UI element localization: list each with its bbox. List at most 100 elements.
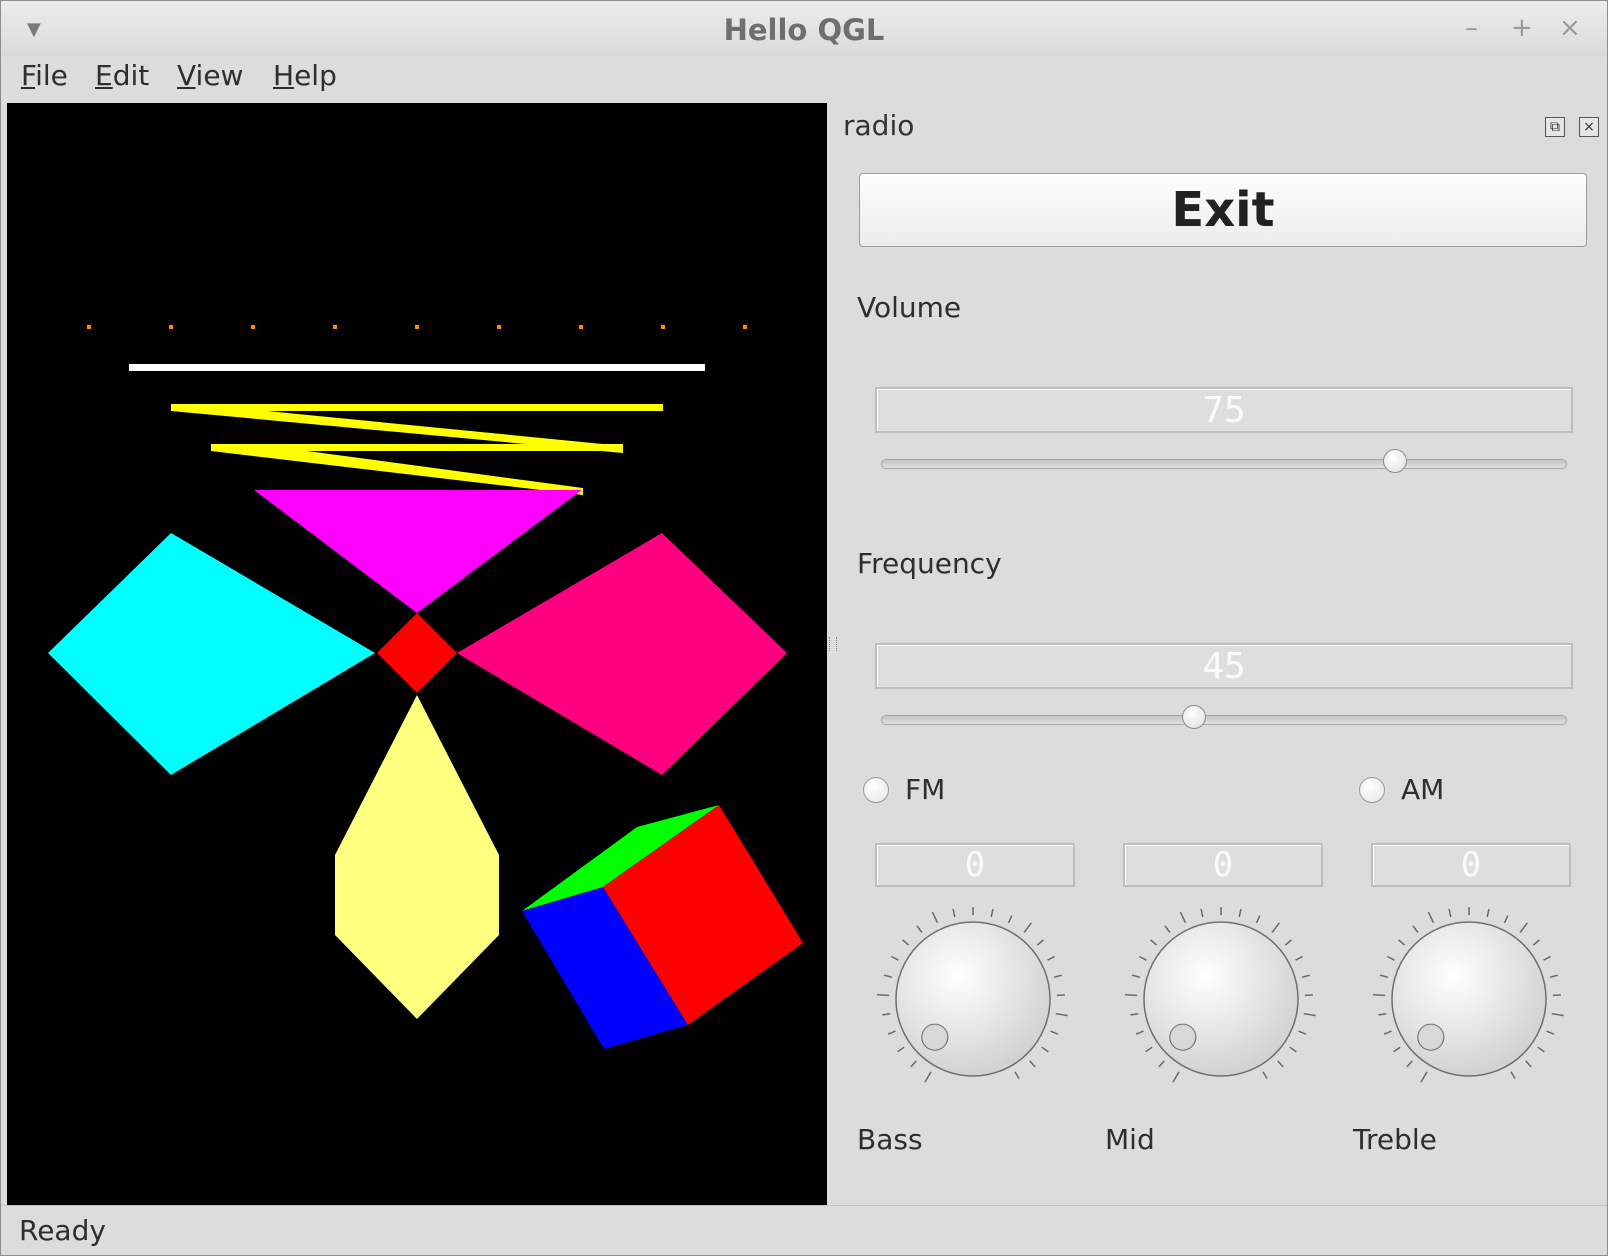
dial-tick <box>902 939 910 946</box>
dial-tick <box>1023 922 1033 933</box>
treble-lcd: 0 <box>1371 843 1571 887</box>
maximize-icon[interactable]: + <box>1511 13 1533 43</box>
dial-tick <box>1383 1030 1392 1035</box>
menu-help[interactable]: Help <box>273 59 337 92</box>
dial-tick <box>1277 1060 1284 1068</box>
dial-tick <box>891 955 899 961</box>
dial-tick <box>1007 915 1013 924</box>
cyan-quad <box>48 533 375 775</box>
am-radio-button[interactable] <box>1359 777 1385 803</box>
dial-tick <box>1135 1030 1144 1035</box>
dial-tick <box>1150 939 1158 946</box>
dial-tick <box>1412 925 1419 933</box>
mid-dial[interactable] <box>1121 899 1321 1099</box>
dial-tick <box>916 925 923 933</box>
exit-button[interactable]: Exit <box>859 173 1587 247</box>
dial-knob[interactable] <box>1391 921 1547 1077</box>
volume-slider-handle[interactable] <box>1382 449 1407 473</box>
dial-tick <box>1200 909 1204 918</box>
dial-tick <box>1406 1060 1413 1068</box>
fm-label: FM <box>905 773 946 806</box>
dial-tick <box>1041 1046 1049 1053</box>
bass-lcd: 0 <box>875 843 1075 887</box>
menu-file[interactable]: File <box>21 59 68 92</box>
dial-tick <box>1427 911 1435 924</box>
bass-dial[interactable] <box>873 899 1073 1099</box>
dial-tick <box>1543 955 1551 961</box>
dial-tick <box>1262 1071 1268 1080</box>
dial-tick <box>1289 1046 1297 1053</box>
dial-tick <box>897 1046 905 1053</box>
treble-label: Treble <box>1353 1123 1437 1156</box>
dial-tick <box>1284 939 1292 946</box>
dial-tick <box>1053 974 1063 978</box>
dial-tick <box>883 974 893 978</box>
dial-tick <box>1047 955 1055 961</box>
dial-tick <box>990 909 994 918</box>
treble-dial[interactable] <box>1369 899 1569 1099</box>
dial-tick <box>1164 925 1171 933</box>
frequency-slider-handle[interactable] <box>1181 705 1206 729</box>
dial-knob[interactable] <box>895 921 1051 1077</box>
frequency-slider-groove[interactable] <box>881 715 1567 725</box>
status-text: Ready <box>19 1214 106 1247</box>
dial-tick <box>1255 915 1261 924</box>
dial-knob[interactable] <box>1143 921 1299 1077</box>
dial-tick <box>1549 974 1559 978</box>
dock-close-icon[interactable]: × <box>1579 117 1599 137</box>
frequency-label: Frequency <box>857 547 1002 580</box>
menu-edit[interactable]: Edit <box>95 59 149 92</box>
close-icon[interactable]: × <box>1559 13 1581 43</box>
dock-title: radio <box>843 109 915 142</box>
yellow-zigzag-lower <box>211 444 623 495</box>
dial-tick <box>1398 939 1406 946</box>
dial-tick <box>1131 974 1141 978</box>
dial-tick <box>1050 1030 1059 1035</box>
dial-tick <box>1378 1012 1387 1016</box>
dial-tick <box>1158 1060 1165 1068</box>
dial-tick <box>887 1030 896 1035</box>
dial-tick <box>1532 939 1540 946</box>
dial-tick <box>1420 1071 1428 1083</box>
dial-tick <box>931 911 939 924</box>
dial-indicator <box>1169 1023 1197 1051</box>
magenta-triangle <box>254 490 582 613</box>
title-bar[interactable]: ▼ Hello QGL – + × <box>1 1 1607 57</box>
dial-tick <box>1271 922 1281 933</box>
dial-tick <box>1503 915 1509 924</box>
volume-slider-groove[interactable] <box>881 459 1567 469</box>
dial-tick <box>1537 1046 1545 1053</box>
red-center-quad <box>377 613 457 693</box>
dial-indicator <box>921 1023 949 1051</box>
menu-view[interactable]: View <box>177 59 243 92</box>
menu-bar: File Edit View Help <box>1 57 1607 103</box>
dial-tick <box>882 1012 891 1016</box>
gl-canvas[interactable] <box>7 103 827 1205</box>
dial-tick <box>1303 1012 1316 1017</box>
dial-tick <box>1486 909 1490 918</box>
minimize-icon[interactable]: – <box>1465 13 1478 43</box>
dial-tick <box>924 1071 932 1083</box>
fm-radio-button[interactable] <box>863 777 889 803</box>
dial-tick <box>1029 1060 1036 1068</box>
dial-tick <box>952 909 956 918</box>
dial-tick <box>1373 994 1386 997</box>
dock-float-icon[interactable]: ⧉ <box>1545 117 1565 137</box>
dial-tick <box>1130 1012 1139 1016</box>
main-window: ▼ Hello QGL – + × File Edit View Help ra… <box>0 0 1608 1256</box>
am-label: AM <box>1401 773 1445 806</box>
mid-label: Mid <box>1105 1123 1155 1156</box>
dial-tick <box>1014 1071 1020 1080</box>
orange-points <box>87 325 747 329</box>
mid-lcd: 0 <box>1123 843 1323 887</box>
dial-tick <box>1546 1030 1555 1035</box>
radio-dock: radio ⧉ × Exit Volume 75 Frequency 45 FM… <box>827 103 1607 1205</box>
yellow-polygon <box>335 695 499 1019</box>
dial-tick <box>1387 955 1395 961</box>
dial-tick <box>1519 922 1529 933</box>
dial-tick <box>1379 974 1389 978</box>
dial-tick <box>1298 1030 1307 1035</box>
window-title: Hello QGL <box>723 13 885 47</box>
dial-tick <box>1510 1071 1516 1080</box>
dial-tick <box>1295 955 1303 961</box>
